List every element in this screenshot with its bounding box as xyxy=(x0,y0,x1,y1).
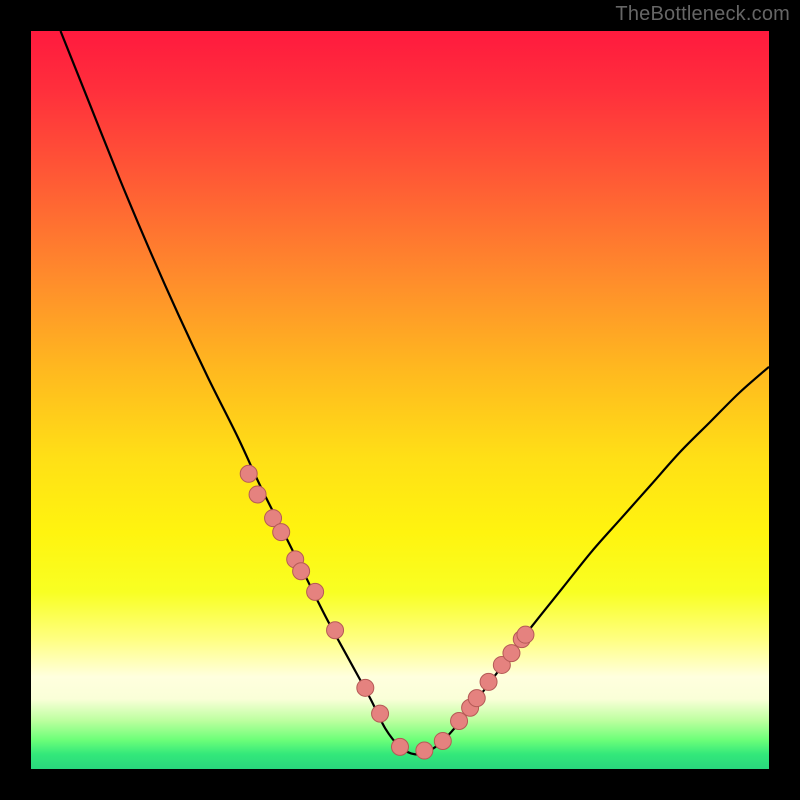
curve-marker xyxy=(273,524,290,541)
curve-marker xyxy=(392,738,409,755)
curve-marker xyxy=(416,742,433,759)
curve-marker xyxy=(503,645,520,662)
curve-marker xyxy=(307,583,324,600)
watermark-text: TheBottleneck.com xyxy=(615,3,790,26)
curve-marker xyxy=(434,732,451,749)
chart-stage: TheBottleneck.com xyxy=(0,0,800,800)
curve-marker xyxy=(249,486,266,503)
curve-marker xyxy=(517,626,534,643)
curve-marker xyxy=(240,465,257,482)
curve-marker xyxy=(480,673,497,690)
curve-marker xyxy=(372,705,389,722)
curve-marker xyxy=(293,563,310,580)
curve-marker xyxy=(327,622,344,639)
bottleneck-curve xyxy=(61,31,769,754)
curve-marker xyxy=(357,679,374,696)
curve-markers xyxy=(240,465,534,759)
chart-svg xyxy=(31,31,769,769)
curve-marker xyxy=(468,690,485,707)
